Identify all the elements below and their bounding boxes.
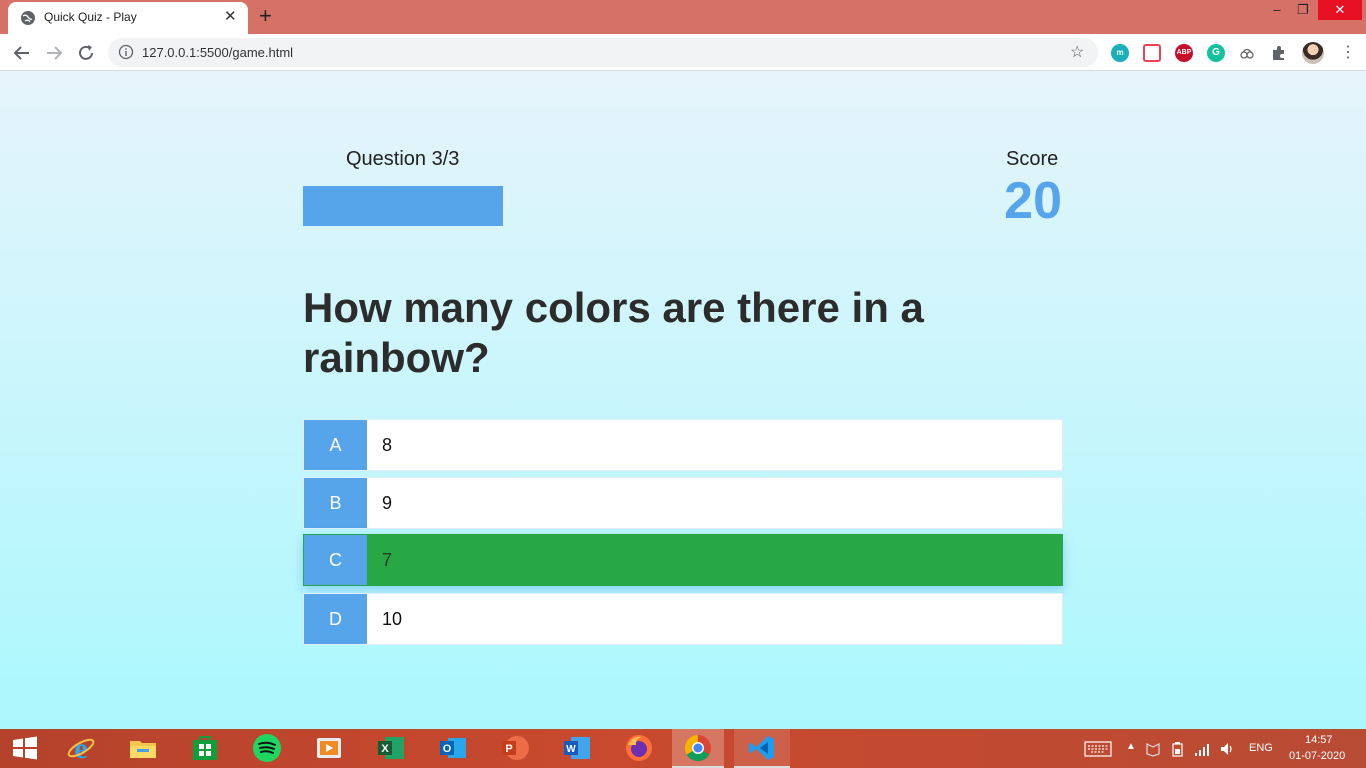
profile-avatar[interactable]: [1302, 42, 1324, 64]
choice-prefix: D: [304, 594, 367, 644]
choice-text: 9: [382, 492, 393, 513]
chevron-up-icon[interactable]: ▲: [1126, 741, 1136, 752]
mcafee-icon[interactable]: [1145, 741, 1161, 757]
tab-title: Quick Quiz - Play: [44, 10, 137, 24]
choice-prefix: A: [304, 420, 367, 470]
forward-arrow-icon[interactable]: [42, 41, 66, 65]
reload-icon[interactable]: [74, 41, 98, 65]
browser-toolbar: 127.0.0.1:5500/game.html ☆ m ABP G ⋮: [0, 34, 1366, 71]
grammarly-icon[interactable]: G: [1207, 44, 1225, 62]
media-player-icon[interactable]: [314, 733, 344, 763]
score-value: 20: [1004, 172, 1062, 230]
back-arrow-icon[interactable]: [10, 41, 34, 65]
new-tab-button[interactable]: +: [259, 4, 272, 28]
url-text[interactable]: 127.0.0.1:5500/game.html: [142, 45, 293, 60]
score-label: Score: [1006, 148, 1059, 170]
restore-button[interactable]: ❐: [1290, 0, 1316, 20]
choice-text: 10: [382, 608, 403, 629]
adblock-plus-icon[interactable]: ABP: [1175, 44, 1193, 62]
menu-kebab-icon[interactable]: ⋮: [1340, 42, 1356, 62]
start-icon[interactable]: [10, 733, 40, 763]
choice-container-d[interactable]: D 10: [303, 593, 1063, 645]
choice-container-b[interactable]: B 9: [303, 477, 1063, 529]
progress-text: Question 3/3: [346, 148, 460, 170]
progress-bar-fill: [304, 187, 502, 225]
choice-container-c[interactable]: C 7: [303, 534, 1063, 586]
info-icon[interactable]: [118, 44, 134, 60]
browser-tab[interactable]: Quick Quiz - Play ✕: [8, 2, 248, 34]
choice-prefix: B: [304, 478, 367, 528]
question-text: How many colors are there in a rainbow?: [303, 284, 924, 381]
word-icon[interactable]: W: [562, 733, 592, 763]
keyboard-icon[interactable]: [1084, 741, 1112, 757]
choice-container-a[interactable]: A 8: [303, 419, 1063, 471]
battery-icon[interactable]: [1170, 741, 1188, 757]
clock-date[interactable]: 01-07-2020: [1289, 750, 1345, 762]
svg-text:X: X: [381, 743, 389, 755]
vscode-icon[interactable]: [747, 733, 777, 763]
volume-icon[interactable]: [1219, 741, 1237, 757]
internet-explorer-icon[interactable]: e: [66, 733, 96, 763]
quiz-page: Question 3/3 Score 20 How many colors ar…: [0, 71, 1366, 729]
choice-prefix: C: [304, 535, 367, 585]
svg-text:P: P: [505, 743, 512, 755]
svg-text:O: O: [443, 743, 452, 755]
pocket-icon[interactable]: [1143, 44, 1161, 62]
svg-text:e: e: [74, 733, 87, 763]
network-signal-icon[interactable]: [1194, 741, 1212, 757]
firefox-icon[interactable]: [624, 733, 654, 763]
tab-close-button[interactable]: ✕: [224, 8, 237, 26]
choice-text: 7: [382, 549, 393, 570]
spotify-icon[interactable]: [252, 733, 282, 763]
choice-text: 8: [382, 434, 393, 455]
file-explorer-icon[interactable]: [128, 733, 158, 763]
close-window-button[interactable]: ✕: [1318, 0, 1362, 20]
globe-icon: [21, 11, 35, 25]
clock-time[interactable]: 14:57: [1305, 734, 1333, 746]
powerpoint-icon[interactable]: P: [500, 733, 530, 763]
outlook-icon[interactable]: O: [438, 733, 468, 763]
address-bar[interactable]: 127.0.0.1:5500/game.html ☆: [108, 38, 1098, 67]
minimize-button[interactable]: –: [1264, 0, 1290, 20]
bookmark-star-icon[interactable]: ☆: [1070, 42, 1084, 62]
windows-taskbar: e X O P W ▲ ENG 14:57 01-07-2020: [0, 729, 1366, 768]
progress-bar: [303, 186, 503, 226]
browser-titlebar: Quick Quiz - Play ✕ + – ❐ ✕: [0, 0, 1366, 34]
m-extension-icon[interactable]: m: [1111, 44, 1129, 62]
microsoft-store-icon[interactable]: [190, 733, 220, 763]
chrome-icon[interactable]: [683, 733, 713, 763]
cloud-extension-icon[interactable]: [1238, 44, 1256, 62]
excel-icon[interactable]: X: [376, 733, 406, 763]
svg-text:W: W: [566, 744, 576, 755]
language-indicator[interactable]: ENG: [1249, 742, 1273, 754]
extensions-puzzle-icon[interactable]: [1270, 44, 1288, 62]
